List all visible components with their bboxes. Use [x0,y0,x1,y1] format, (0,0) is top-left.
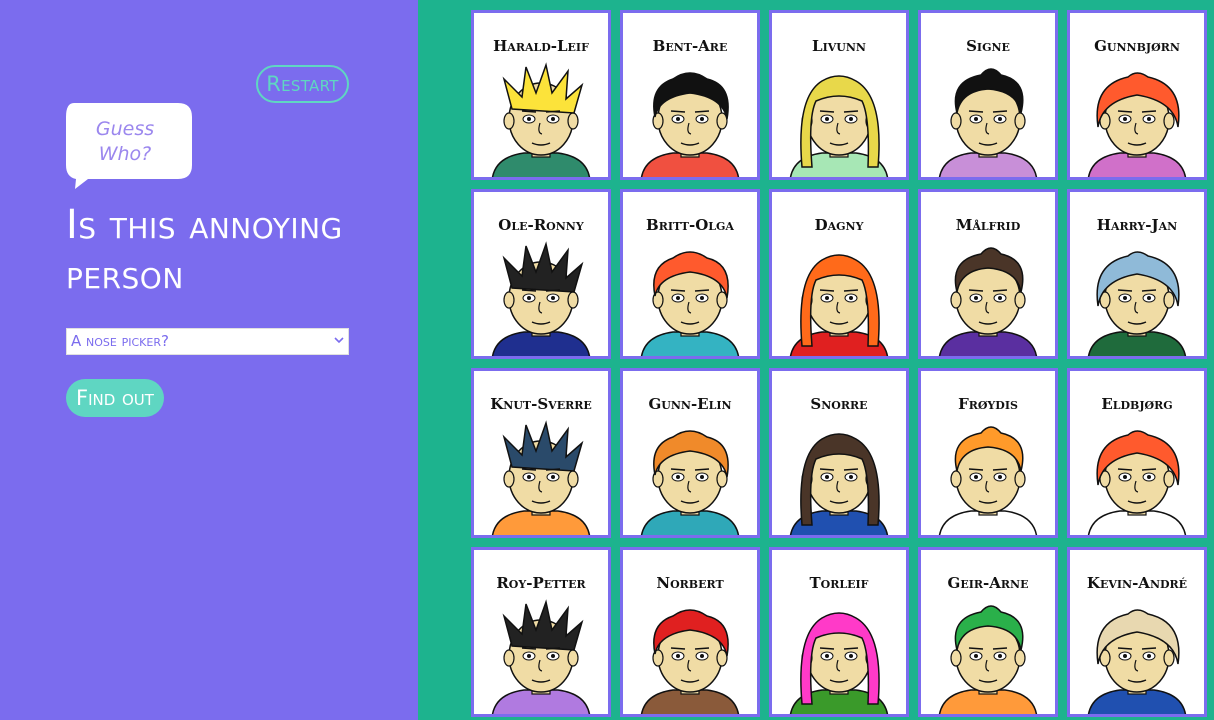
character-name: Dagny [814,216,864,234]
character-card[interactable]: Gunnbjørn [1067,10,1207,180]
character-name: Livunn [812,37,866,55]
messy-black-hair-icon [938,68,1038,177]
character-name: Bent-Are [652,37,728,55]
character-card[interactable]: Norbert [620,547,760,717]
red-curly-hair-icon [640,251,740,356]
bald-icon [1087,609,1187,714]
character-name: Norbert [656,574,724,592]
angry-fiery-icon [789,254,889,356]
trait-select[interactable]: A nose picker? [66,328,349,355]
character-card[interactable]: Harry-Jan [1067,189,1207,359]
spiky-hair-glasses-icon [491,62,591,177]
character-name: Gunnbjørn [1094,37,1180,55]
restart-button[interactable]: Restart [256,65,349,103]
character-card[interactable]: Signe [918,10,1058,180]
character-card[interactable]: Kevin-André [1067,547,1207,717]
pink-mohawk-icon [789,612,889,714]
long-orange-hair-icon [640,430,740,535]
character-name: Gunn-Elin [648,395,732,413]
character-name: Harald-Leif [493,37,589,55]
character-name: Ole-Ronny [498,216,584,234]
character-card[interactable]: Torleif [769,547,909,717]
character-name: Roy-Petter [496,574,586,592]
logo-text: Guess Who? [95,118,155,165]
character-name: Britt-Olga [646,216,734,234]
green-cap-icon [938,605,1038,714]
chevron-down-icon [334,337,344,344]
wavy-hair-icon [491,420,591,535]
character-name: Målfrid [955,216,1021,234]
sidebar: Restart Guess Who? Is this annoying pers… [0,0,418,720]
character-card[interactable]: Geir-Arne [918,547,1058,717]
character-card[interactable]: Ole-Ronny [471,189,611,359]
spiky-short-hair-icon [491,599,591,714]
orange-beanie-icon [938,426,1038,535]
character-card[interactable]: Gunn-Elin [620,368,760,538]
character-card[interactable]: Dagny [769,189,909,359]
curly-black-hair-icon [640,72,740,177]
blonde-mask-icon [789,75,889,177]
beanie-beard-icon [1087,251,1187,356]
character-card[interactable]: Målfrid [918,189,1058,359]
character-name: Frøydis [958,395,1018,413]
character-name: Torleif [809,574,869,592]
character-card[interactable]: Knut-Sverre [471,368,611,538]
character-card[interactable]: Roy-Petter [471,547,611,717]
straight-red-hair-icon [1087,430,1187,535]
character-name: Harry-Jan [1096,216,1178,234]
curly-hair-icon [491,241,591,356]
character-card[interactable]: Frøydis [918,368,1058,538]
character-card[interactable]: Livunn [769,10,909,180]
red-spiky-hair-icon [640,609,740,714]
character-name: Geir-Arne [947,574,1029,592]
find-out-button[interactable]: Find out [66,379,164,417]
character-card[interactable]: Britt-Olga [620,189,760,359]
trait-select-value: A nose picker? [71,332,169,350]
character-name: Signe [966,37,1010,55]
character-card[interactable]: Bent-Are [620,10,760,180]
character-name: Snorre [810,395,868,413]
curly-brown-hair-icon [789,433,889,535]
character-card[interactable]: Harald-Leif [471,10,611,180]
character-card[interactable]: Snorre [769,368,909,538]
red-hair-glasses-icon [1087,72,1187,177]
character-card[interactable]: Eldbjørg [1067,368,1207,538]
bun-hair-icon [938,247,1038,356]
question-title: Is this annoying person [66,202,343,298]
character-name: Eldbjørg [1101,395,1173,413]
character-name: Kevin-André [1086,574,1188,592]
character-name: Knut-Sverre [490,395,592,413]
